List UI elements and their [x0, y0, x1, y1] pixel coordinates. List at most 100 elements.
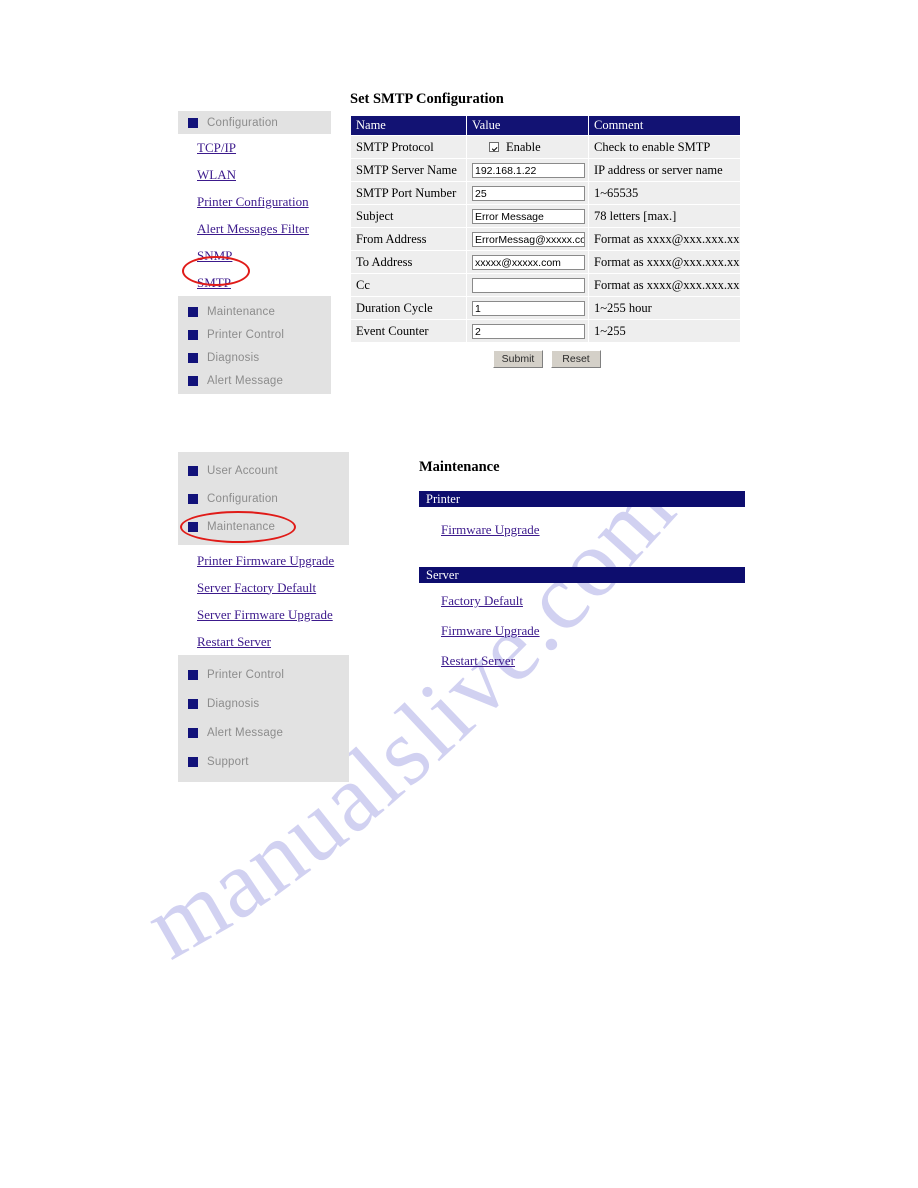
table-header-row: Name Value Comment [350, 115, 741, 136]
smtp-config-table: Name Value Comment SMTP Protocol Enable … [350, 115, 741, 343]
row-label: Duration Cycle [350, 296, 467, 320]
page-title-maintenance: Maintenance [419, 459, 500, 475]
table-row: To Address xxxxx@xxxxx.com Format as xxx… [350, 250, 741, 274]
sidebar-item-diagnosis[interactable]: Diagnosis [178, 346, 331, 369]
square-bullet-icon [188, 306, 198, 317]
sidebar-item-support[interactable]: Support [178, 747, 349, 776]
sidebar-link-printer-firmware-upgrade[interactable]: Printer Firmware Upgrade [178, 547, 349, 574]
sidebar-link-label: SNMP [197, 247, 233, 263]
sidebar-link-label: Server Firmware Upgrade [197, 606, 333, 622]
sidebar-item-label: Diagnosis [207, 351, 260, 364]
sidebar-link-label: SMTP [197, 274, 231, 290]
link-firmware-upgrade[interactable]: Firmware Upgrade [441, 623, 540, 638]
link-printer-firmware-upgrade[interactable]: Firmware Upgrade [441, 522, 540, 537]
row-label: SMTP Port Number [350, 181, 467, 205]
table-row: SMTP Server Name 192.168.1.22 IP address… [350, 158, 741, 182]
reset-button[interactable]: Reset [551, 350, 601, 368]
nav-collapsed-groups-lower: Printer Control Diagnosis Alert Message … [178, 655, 349, 782]
table-row: Event Counter 2 1~255 [350, 319, 741, 343]
sidebar-item-label: Printer Control [207, 668, 285, 681]
sidebar-link-snmp[interactable]: SNMP [178, 242, 331, 269]
top-navigation-panel: Configuration TCP/IP WLAN Printer Config… [178, 111, 331, 394]
square-bullet-icon [188, 375, 198, 386]
duration-cycle-input[interactable]: 1 [472, 300, 585, 316]
link-factory-default[interactable]: Factory Default [441, 593, 523, 608]
row-label: Subject [350, 204, 467, 228]
sidebar-item-label: Maintenance [207, 521, 276, 533]
sidebar-link-label: Alert Messages Filter [197, 220, 309, 236]
column-header-name: Name [350, 115, 467, 136]
sidebar-item-diagnosis[interactable]: Diagnosis [178, 689, 349, 718]
table-row: Cc Format as xxxx@xxx.xxx.xx [350, 273, 741, 297]
row-value: 1 [466, 296, 589, 320]
subject-input[interactable]: Error Message [472, 208, 585, 224]
sidebar-item-configuration[interactable]: Configuration [178, 485, 349, 513]
row-comment: 1~65535 [588, 181, 741, 205]
sidebar-item-label: Support [207, 755, 249, 768]
sidebar-link-label: Printer Configuration [197, 193, 309, 209]
row-comment: Format as xxxx@xxx.xxx.xx [588, 250, 741, 274]
nav-sublinks-configuration: TCP/IP WLAN Printer Configuration Alert … [178, 134, 331, 296]
row-label: To Address [350, 250, 467, 274]
row-comment: Format as xxxx@xxx.xxx.xx [588, 227, 741, 251]
row-label: SMTP Protocol [350, 135, 467, 159]
sidebar-item-label: Alert Message [207, 726, 284, 739]
square-bullet-icon [188, 352, 198, 363]
sidebar-item-alert-message[interactable]: Alert Message [178, 718, 349, 747]
printer-links: Firmware Upgrade [441, 521, 540, 546]
sidebar-item-configuration[interactable]: Configuration [178, 111, 331, 134]
nav-collapsed-groups-top: Maintenance Printer Control Diagnosis Al… [178, 296, 331, 394]
smtp-port-number-input[interactable]: 25 [472, 185, 585, 201]
square-bullet-icon [188, 522, 198, 532]
sidebar-item-label: Configuration [207, 493, 279, 505]
square-bullet-icon [188, 756, 198, 767]
enable-smtp-checkbox[interactable]: Enable [472, 140, 588, 155]
smtp-server-name-input[interactable]: 192.168.1.22 [472, 162, 585, 178]
square-bullet-icon [188, 669, 198, 680]
smtp-config-table-wrap: Name Value Comment SMTP Protocol Enable … [350, 115, 741, 343]
sidebar-item-printer-control[interactable]: Printer Control [178, 323, 331, 346]
sidebar-link-printer-configuration[interactable]: Printer Configuration [178, 188, 331, 215]
sidebar-item-label: Printer Control [207, 328, 285, 341]
nav-collapsed-groups-upper: User Account Configuration Maintenance [178, 452, 349, 545]
nav-group-configuration: Configuration [178, 111, 331, 134]
row-value: xxxxx@xxxxx.com [466, 250, 589, 274]
from-address-input[interactable]: ErrorMessag@xxxxx.com [472, 231, 585, 247]
sidebar-item-user-account[interactable]: User Account [178, 457, 349, 485]
sidebar-item-label: Diagnosis [207, 697, 260, 710]
row-value: 2 [466, 319, 589, 343]
square-bullet-icon [188, 117, 198, 128]
sidebar-link-alert-messages-filter[interactable]: Alert Messages Filter [178, 215, 331, 242]
nav-sublinks-maintenance: Printer Firmware Upgrade Server Factory … [178, 545, 349, 655]
square-bullet-icon [188, 466, 198, 476]
submit-button[interactable]: Submit [493, 350, 543, 368]
row-label: Event Counter [350, 319, 467, 343]
sidebar-link-label: WLAN [197, 166, 236, 182]
sidebar-item-label: Maintenance [207, 305, 276, 318]
link-restart-server[interactable]: Restart Server [441, 653, 515, 668]
row-value: ErrorMessag@xxxxx.com [466, 227, 589, 251]
sidebar-link-server-firmware-upgrade[interactable]: Server Firmware Upgrade [178, 601, 349, 628]
sidebar-item-label: User Account [207, 465, 278, 477]
sidebar-link-restart-server[interactable]: Restart Server [178, 628, 349, 655]
sidebar-link-wlan[interactable]: WLAN [178, 161, 331, 188]
sidebar-item-printer-control[interactable]: Printer Control [178, 660, 349, 689]
sidebar-link-server-factory-default[interactable]: Server Factory Default [178, 574, 349, 601]
sidebar-item-alert-message[interactable]: Alert Message [178, 369, 331, 392]
row-value [466, 273, 589, 297]
sidebar-item-maintenance[interactable]: Maintenance [178, 513, 349, 541]
row-comment: IP address or server name [588, 158, 741, 182]
square-bullet-icon [188, 329, 198, 340]
square-bullet-icon [188, 494, 198, 504]
sidebar-link-tcpip[interactable]: TCP/IP [178, 134, 331, 161]
sidebar-link-smtp[interactable]: SMTP [178, 269, 331, 296]
to-address-input[interactable]: xxxxx@xxxxx.com [472, 254, 585, 270]
row-comment: Format as xxxx@xxx.xxx.xx [588, 273, 741, 297]
bottom-navigation-panel: User Account Configuration Maintenance P… [178, 452, 349, 782]
row-comment: 1~255 [588, 319, 741, 343]
cc-input[interactable] [472, 277, 585, 293]
row-value: 25 [466, 181, 589, 205]
sidebar-item-maintenance[interactable]: Maintenance [178, 300, 331, 323]
event-counter-input[interactable]: 2 [472, 323, 585, 339]
form-buttons: Submit Reset [493, 350, 601, 368]
